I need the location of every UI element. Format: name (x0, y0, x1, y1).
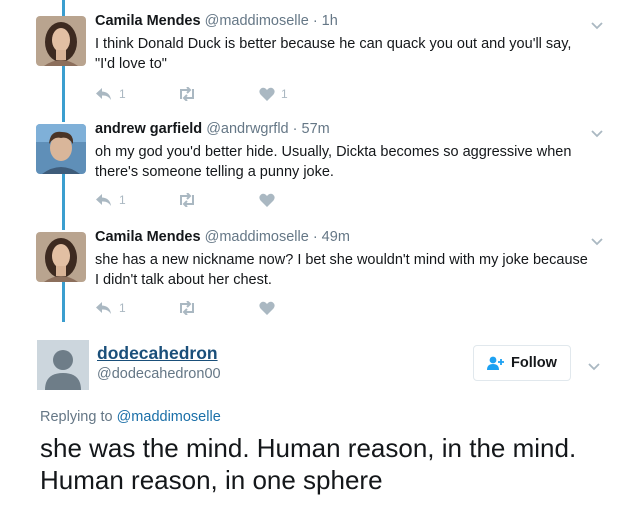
heart-icon (259, 301, 275, 315)
avatar[interactable] (36, 16, 86, 66)
avatar[interactable] (36, 232, 86, 282)
tweet-author-handle[interactable]: @maddimoselle (205, 229, 309, 245)
add-user-icon (487, 356, 505, 370)
replying-to: Replying to @maddimoselle (40, 409, 221, 425)
heart-icon (259, 193, 275, 207)
follow-button[interactable]: Follow (473, 345, 571, 381)
thread-connector (62, 282, 65, 322)
like-count: 1 (281, 87, 288, 101)
main-tweet-text: she was the mind. Human reason, in the m… (40, 433, 577, 495)
tweet-author-name[interactable]: Camila Mendes (95, 13, 201, 29)
replying-to-handle[interactable]: @maddimoselle (117, 409, 221, 425)
main-author-handle[interactable]: @dodecahedron00 (97, 366, 221, 382)
reply-icon (96, 88, 111, 100)
retweet-button[interactable] (177, 87, 197, 101)
tweet-author-handle[interactable]: @andrwgrfld (206, 121, 288, 137)
retweet-icon (180, 193, 194, 207)
chevron-down-icon[interactable] (590, 126, 604, 138)
reply-count: 1 (119, 87, 126, 101)
tweet-author-name[interactable]: Camila Mendes (95, 229, 201, 245)
retweet-icon (180, 301, 194, 315)
tweet-text: I think Donald Duck is better because he… (95, 36, 572, 72)
thread-connector (62, 0, 65, 16)
like-button[interactable] (259, 193, 281, 207)
reply-icon (96, 194, 111, 206)
chevron-down-icon[interactable] (590, 234, 604, 246)
reply-icon (96, 302, 111, 314)
tweet-text: oh my god you'd better hide. Usually, Di… (95, 144, 572, 180)
tweet-text: she has a new nickname now? I bet she wo… (95, 252, 588, 288)
main-author-name[interactable]: dodecahedron (97, 343, 218, 364)
follow-label: Follow (511, 355, 557, 371)
default-avatar-icon[interactable] (37, 340, 89, 390)
thread-connector (62, 66, 65, 122)
reply-button[interactable]: 1 (95, 193, 126, 207)
replying-prefix: Replying to (40, 409, 113, 425)
like-button[interactable]: 1 (259, 87, 288, 101)
avatar[interactable] (36, 124, 86, 174)
retweet-icon (180, 87, 194, 101)
thread-connector (62, 174, 65, 230)
chevron-down-icon[interactable] (587, 359, 601, 371)
tweet-timestamp[interactable]: · 57m (293, 121, 330, 137)
reply-button[interactable]: 1 (95, 301, 126, 315)
chevron-down-icon[interactable] (590, 18, 604, 30)
tweet-timestamp[interactable]: · 49m (313, 229, 350, 245)
tweet-author-name[interactable]: andrew garfield (95, 121, 202, 137)
retweet-button[interactable] (177, 301, 197, 315)
like-button[interactable] (259, 301, 281, 315)
reply-count: 1 (119, 301, 126, 315)
reply-button[interactable]: 1 (95, 87, 126, 101)
retweet-button[interactable] (177, 193, 197, 207)
tweet-author-handle[interactable]: @maddimoselle (205, 13, 309, 29)
reply-count: 1 (119, 193, 126, 207)
tweet-timestamp[interactable]: · 1h (313, 13, 338, 29)
heart-icon (259, 87, 275, 101)
